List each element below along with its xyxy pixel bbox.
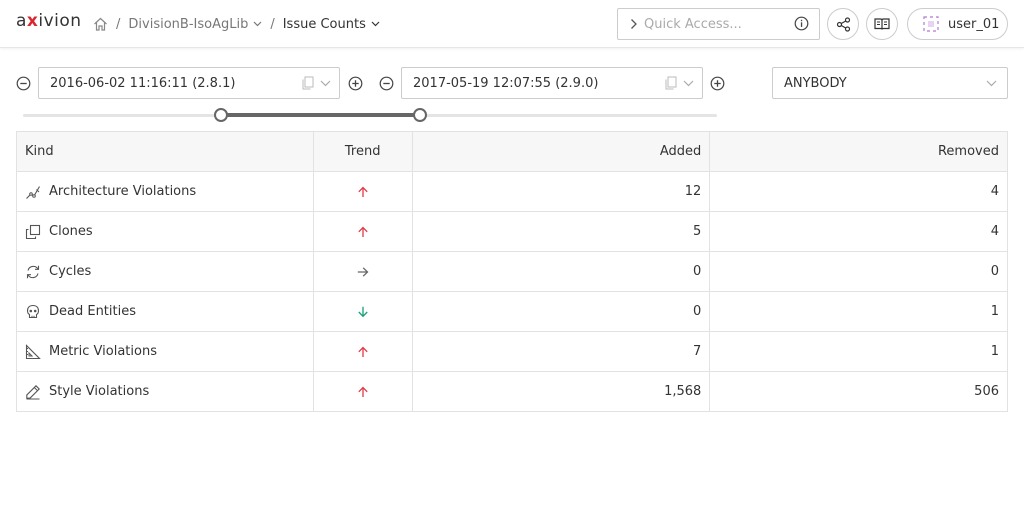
plus-circle-icon xyxy=(710,76,724,90)
breadcrumb: / DivisionB-IsoAgLib / Issue Counts xyxy=(93,15,380,33)
removed-count[interactable]: 1 xyxy=(709,331,1008,372)
table-row[interactable]: Metric Violations 7 1 xyxy=(16,331,1008,372)
column-header-trend[interactable]: Trend xyxy=(312,131,413,172)
breadcrumb-separator: / xyxy=(270,16,275,32)
table-row[interactable]: Architecture Violations 12 4 xyxy=(16,171,1008,212)
removed-count[interactable]: 0 xyxy=(709,251,1008,292)
cycles-icon xyxy=(25,264,41,280)
breadcrumb-separator: / xyxy=(116,16,121,32)
trend-up-icon xyxy=(322,386,404,398)
documentation-button[interactable] xyxy=(866,8,898,40)
issue-kind-label[interactable]: Metric Violations xyxy=(49,344,157,359)
trend-up-icon xyxy=(322,346,404,358)
start-minus-button[interactable] xyxy=(15,75,31,91)
start-plus-button[interactable] xyxy=(347,75,363,91)
table-row[interactable]: Style Violations 1,568 506 xyxy=(16,371,1008,412)
metric-icon xyxy=(25,343,41,360)
end-version-value: 2017-05-19 12:07:55 (2.9.0) xyxy=(413,75,599,91)
share-button[interactable] xyxy=(827,8,859,40)
added-count[interactable]: 0 xyxy=(411,291,711,332)
chevron-down-icon xyxy=(320,80,331,86)
chevron-down-icon xyxy=(683,80,694,86)
trend-down-icon xyxy=(322,306,404,318)
quick-access-input[interactable] xyxy=(644,16,784,32)
prompt-chevron-icon xyxy=(630,18,638,30)
added-count[interactable]: 0 xyxy=(411,251,711,292)
top-bar: axivion / DivisionB-IsoAgLib / Issue Cou… xyxy=(0,0,1024,48)
column-header-kind[interactable]: Kind xyxy=(16,131,314,172)
chevron-down-icon xyxy=(253,21,262,27)
start-version-select[interactable]: 2016-06-02 11:16:11 (2.8.1) xyxy=(38,67,340,99)
book-icon xyxy=(874,18,890,30)
trend-up-icon xyxy=(322,186,404,198)
issue-kind-label[interactable]: Cycles xyxy=(49,264,91,279)
version-range-selection xyxy=(220,113,420,117)
plus-circle-icon xyxy=(348,76,362,90)
range-end-handle[interactable] xyxy=(412,108,427,122)
issue-kind-label[interactable]: Architecture Violations xyxy=(49,184,196,199)
page-title: Issue Counts xyxy=(282,16,366,32)
copy-icon[interactable] xyxy=(665,76,677,90)
clones-icon xyxy=(25,224,41,240)
removed-count[interactable]: 506 xyxy=(709,371,1008,412)
user-filter-value: ANYBODY xyxy=(784,75,847,91)
logo-suffix: ivion xyxy=(38,11,82,31)
minus-circle-icon xyxy=(379,76,393,90)
quick-access-box[interactable] xyxy=(617,8,820,40)
start-version-value: 2016-06-02 11:16:11 (2.8.1) xyxy=(50,75,236,91)
removed-count[interactable]: 4 xyxy=(709,211,1008,252)
chevron-down-icon xyxy=(986,80,997,87)
page-selector[interactable]: Issue Counts xyxy=(283,17,380,32)
end-minus-button[interactable] xyxy=(378,75,394,91)
skull-icon xyxy=(25,304,41,320)
trend-flat-icon xyxy=(322,266,404,278)
issue-kind-label[interactable]: Dead Entities xyxy=(49,304,136,319)
chevron-down-icon xyxy=(371,21,380,27)
logo-prefix: a xyxy=(16,11,27,31)
home-icon[interactable] xyxy=(93,17,108,31)
removed-count[interactable]: 1 xyxy=(709,291,1008,332)
end-plus-button[interactable] xyxy=(709,75,725,91)
issue-kind-label[interactable]: Style Violations xyxy=(49,384,149,399)
logo-x: x xyxy=(26,11,39,31)
user-filter-select[interactable]: ANYBODY xyxy=(772,67,1008,99)
trend-up-icon xyxy=(322,226,404,238)
minus-circle-icon xyxy=(16,76,30,90)
project-selector[interactable]: DivisionB-IsoAgLib xyxy=(128,17,262,32)
added-count[interactable]: 1,568 xyxy=(411,371,711,412)
table-row[interactable]: Clones 5 4 xyxy=(16,211,1008,252)
end-version-select[interactable]: 2017-05-19 12:07:55 (2.9.0) xyxy=(401,67,703,99)
project-name: DivisionB-IsoAgLib xyxy=(128,16,249,32)
info-icon[interactable] xyxy=(794,16,809,35)
column-header-added[interactable]: Added xyxy=(411,131,711,172)
avatar-icon xyxy=(923,16,939,32)
issue-counts-table: Kind Trend Added Removed Architecture Vi… xyxy=(16,131,1008,412)
style-icon xyxy=(25,384,41,400)
column-header-removed[interactable]: Removed xyxy=(709,131,1008,172)
added-count[interactable]: 5 xyxy=(411,211,711,252)
added-count[interactable]: 7 xyxy=(411,331,711,372)
table-row[interactable]: Cycles 0 0 xyxy=(16,251,1008,292)
issue-kind-label[interactable]: Clones xyxy=(49,224,93,239)
share-icon xyxy=(836,16,850,32)
axivion-logo[interactable]: axivion xyxy=(16,11,82,31)
username: user_01 xyxy=(948,16,1000,32)
added-count[interactable]: 12 xyxy=(411,171,711,212)
table-row[interactable]: Dead Entities 0 1 xyxy=(16,291,1008,332)
architecture-icon xyxy=(25,184,41,200)
copy-icon[interactable] xyxy=(302,76,314,90)
removed-count[interactable]: 4 xyxy=(709,171,1008,212)
user-menu-button[interactable]: user_01 xyxy=(907,8,1008,40)
table-header-row: Kind Trend Added Removed xyxy=(16,131,1008,172)
range-start-handle[interactable] xyxy=(213,108,228,122)
